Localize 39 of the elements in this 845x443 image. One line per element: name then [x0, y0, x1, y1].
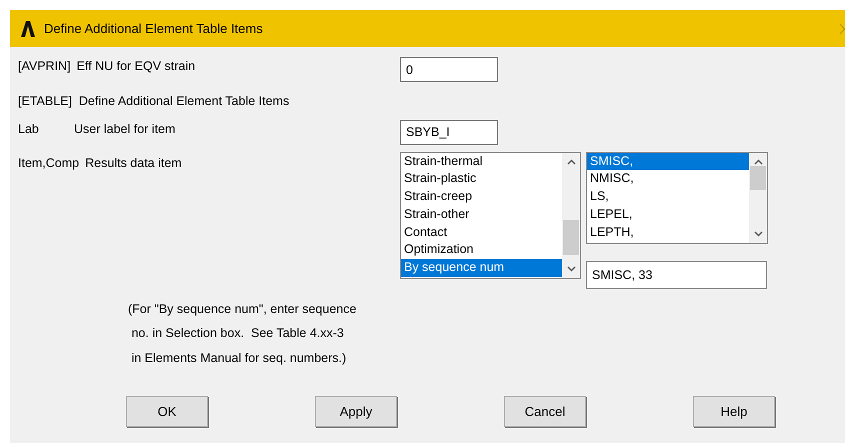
list-item[interactable]: Optimization	[401, 241, 562, 259]
field-description: Results data item	[85, 154, 182, 172]
field-label: Item,Comp	[18, 154, 80, 172]
field-description: Eff NU for EQV strain	[76, 58, 196, 75]
scrollbar[interactable]	[749, 152, 767, 243]
list-item[interactable]: Strain-creep	[401, 188, 562, 206]
window-title: Define Additional Element Table Items	[44, 20, 263, 38]
scroll-thumb[interactable]	[750, 166, 766, 190]
list-item[interactable]: Strain-thermal	[401, 152, 562, 170]
list-item[interactable]: Contact	[401, 224, 562, 242]
list-item[interactable]: LS,	[587, 188, 749, 206]
list-item[interactable]: LEPTH,	[587, 224, 749, 242]
dialog-button[interactable]: Help	[693, 396, 775, 428]
text-field[interactable]: SBYB_I	[400, 120, 498, 145]
field-label: Lab	[18, 120, 40, 138]
scroll-thumb[interactable]	[563, 220, 579, 255]
list-item[interactable]: SMISC,	[587, 152, 749, 170]
text-field[interactable]: 0	[400, 57, 498, 82]
field-description: User label for item	[74, 120, 176, 138]
dialog-button[interactable]: Apply	[315, 396, 397, 428]
list-item[interactable]: Strain-other	[401, 206, 562, 224]
field-label: [AVPRIN]	[18, 58, 71, 75]
list-item[interactable]: LEPEL,	[587, 206, 749, 224]
list-box[interactable]: Strain-thermal Strain-plastic Strain-creep Strain-other Contact Optimization By sequence num	[400, 152, 581, 279]
scroll-up-icon[interactable]	[566, 158, 576, 165]
scrollbar[interactable]	[562, 152, 580, 278]
app-logo-icon	[20, 20, 36, 38]
selection-field[interactable]: SMISC, 33	[586, 260, 767, 289]
dialog-button[interactable]: OK	[126, 396, 208, 428]
list-item[interactable]: Strain-plastic	[401, 170, 562, 188]
list-box[interactable]: SMISC, NMISC, LS, LEPEL, LEPTH,	[586, 152, 768, 244]
dialog-button[interactable]: Cancel	[504, 396, 586, 428]
section-heading: [ETABLE] Define Additional Element Table Items	[18, 93, 290, 110]
scroll-up-icon[interactable]	[754, 158, 762, 165]
scroll-down-icon[interactable]	[566, 266, 576, 272]
list-item[interactable]: By sequence num	[401, 258, 562, 277]
scroll-down-icon[interactable]	[754, 230, 762, 237]
list-item[interactable]: NMISC,	[587, 170, 749, 188]
instruction-text: (For "By sequence num", enter sequence no. in Selection box. See Table 4.xx-3 in Elements Manual for seq. numbers.)	[128, 300, 358, 367]
